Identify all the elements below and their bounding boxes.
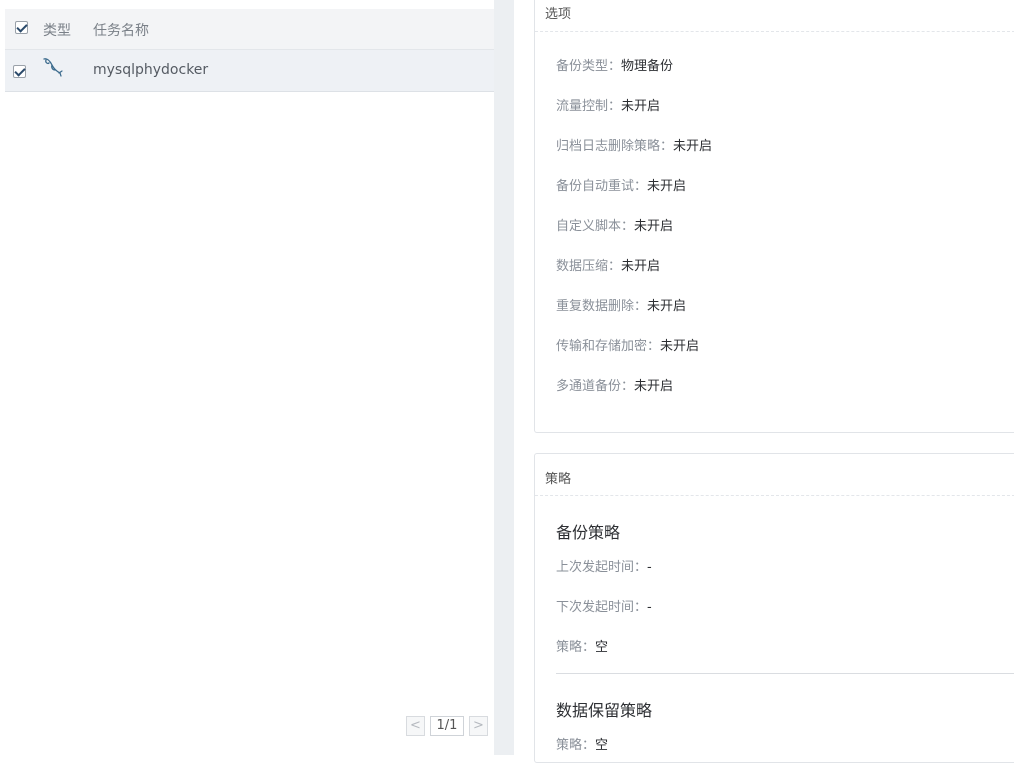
strategy-title: 策略 xyxy=(545,472,572,487)
option-auto-retry: 备份自动重试：未开启 xyxy=(556,179,687,194)
splitter[interactable] xyxy=(494,0,514,755)
option-custom-script: 自定义脚本：未开启 xyxy=(556,219,674,234)
column-header-task-name[interactable]: 任务名称 xyxy=(93,20,149,40)
option-encryption: 传输和存储加密：未开启 xyxy=(556,339,700,354)
mysql-dolphin-icon xyxy=(43,58,63,77)
options-panel: 选项 备份类型：物理备份 流量控制：未开启 归档日志删除策略：未开启 备份自动重… xyxy=(534,0,1014,433)
row-checkbox[interactable] xyxy=(13,65,26,78)
option-backup-type: 备份类型：物理备份 xyxy=(556,59,674,74)
next-run-time: 下次发起时间：- xyxy=(556,600,652,615)
backup-strategy-title: 备份策略 xyxy=(556,523,621,542)
option-dedup: 重复数据删除：未开启 xyxy=(556,299,687,314)
retention-strategy-title: 数据保留策略 xyxy=(556,701,653,720)
section-divider xyxy=(556,673,1014,674)
next-page-button[interactable]: > xyxy=(469,716,488,736)
task-list-panel: 类型 任务名称 mysqlphydocker < 1/1 > xyxy=(5,9,494,755)
task-name: mysqlphydocker xyxy=(93,62,209,78)
backup-policy: 策略：空 xyxy=(556,640,609,655)
options-title: 选项 xyxy=(545,7,572,22)
option-compression: 数据压缩：未开启 xyxy=(556,259,661,274)
option-multichannel: 多通道备份：未开启 xyxy=(556,379,674,394)
options-title-divider xyxy=(535,31,1014,32)
strategy-title-divider xyxy=(535,495,1014,496)
column-header-type[interactable]: 类型 xyxy=(43,20,71,40)
page-indicator: 1/1 xyxy=(430,716,464,736)
strategy-panel: 策略 备份策略 上次发起时间：- 下次发起时间：- 策略：空 数据保留策略 策略… xyxy=(534,453,1014,763)
retention-policy: 策略：空 xyxy=(556,738,609,753)
table-row[interactable]: mysqlphydocker xyxy=(5,50,494,92)
option-archive-log-delete: 归档日志删除策略：未开启 xyxy=(556,139,713,154)
select-all-checkbox[interactable] xyxy=(15,21,28,34)
table-header: 类型 任务名称 xyxy=(5,9,494,50)
option-flow-control: 流量控制：未开启 xyxy=(556,99,661,114)
prev-page-button[interactable]: < xyxy=(406,716,425,736)
last-run-time: 上次发起时间：- xyxy=(556,560,652,575)
